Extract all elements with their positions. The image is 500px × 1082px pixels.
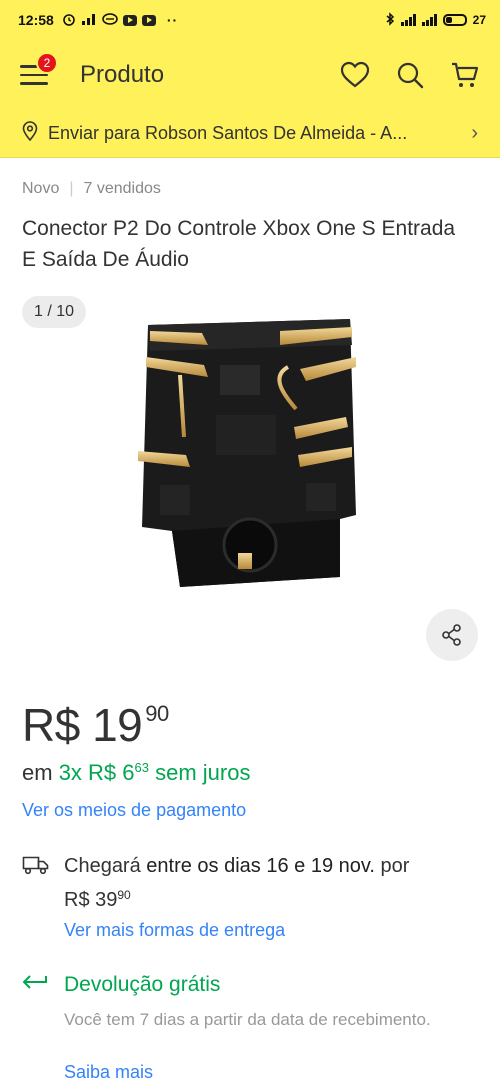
notification-badge: 2 [36,52,58,74]
returns-info: Devolução grátis [22,972,482,997]
payment-methods-link[interactable]: Ver os meios de pagamento [22,800,246,821]
cart-icon [452,62,479,87]
more-delivery-options-link[interactable]: Ver mais formas de entrega [64,920,285,941]
product-image[interactable] [120,305,380,605]
chevron-right-icon: › [471,122,478,144]
cart-button[interactable] [450,61,480,89]
bluetooth-icon [385,11,395,29]
installments-cents: 63 [134,760,149,775]
app-header: 2 Produto [0,40,500,110]
status-right: 27 [385,11,486,29]
more-notifications-icon: ·· [166,12,179,28]
battery-icon [442,14,467,26]
share-icon [442,624,461,646]
returns-description: Você tem 7 dias a partir da data de rece… [64,1010,431,1029]
favorite-button[interactable] [340,61,370,89]
search-button[interactable] [396,61,424,89]
shipping-address-bar[interactable]: Enviar para Robson Santos De Almeida - A… [0,110,500,158]
signal-icon [421,14,437,26]
youtube-icon [122,14,137,26]
product-price: R$ 19 90 [22,698,169,752]
share-button[interactable] [426,609,478,661]
product-title: Conector P2 Do Controle Xbox One S Entra… [22,217,456,271]
alarm-icon [62,12,76,29]
product-condition: Novo [22,180,60,197]
hamburger-menu-button[interactable]: 2 [20,52,58,90]
free-returns-label: Devolução grátis [64,972,221,996]
delivery-text: Chegará entre os dias 16 e 19 nov. por R… [64,852,409,915]
installments-prefix: em [22,760,59,785]
shipping-address-text: Enviar para Robson Santos De Almeida - A… [48,123,408,143]
delivery-dates: entre os dias 16 e 19 nov. [146,855,375,877]
location-pin-icon [22,121,38,146]
battery-level: 27 [472,13,486,27]
installments-value: 3x R$ 6 [58,760,135,785]
installments-suffix: sem juros [148,760,251,785]
delivery-mid: por [374,855,410,877]
hamburger-icon-line [20,73,48,77]
meta-separator: | [69,180,74,197]
delivery-prefix: Chegará [64,855,147,877]
delivery-price: R$ 39 [64,889,118,911]
price-cents: 90 [145,701,169,726]
signal-alt-icon [81,12,97,28]
units-sold: 7 vendidos [83,180,161,197]
header-actions [340,61,480,89]
installments-amount: 3x R$ 663 sem juros [59,760,251,785]
status-notification-icons: ·· [62,12,178,29]
status-time: 12:58 [18,12,54,28]
search-icon [397,62,424,89]
installments-info: em 3x R$ 663 sem juros [22,760,250,786]
price-main: R$ 19 [22,699,143,751]
learn-more-link[interactable]: Saiba mais [64,1062,153,1082]
app-notification-icon [102,12,118,28]
heart-icon [340,61,370,88]
delivery-info: Chegará entre os dias 16 e 19 nov. por R… [22,852,482,915]
product-meta: Novo | 7 vendidos [22,180,161,198]
status-bar: 12:58 ·· 27 [0,0,500,40]
return-arrow-icon [22,972,50,997]
truck-icon [22,852,50,915]
image-counter: 1 / 10 [22,296,87,328]
page-title: Produto [80,61,165,88]
signal-icon [400,14,416,26]
youtube-icon [141,14,156,26]
delivery-price-cents: 90 [117,888,131,902]
hamburger-icon-line [20,82,48,85]
